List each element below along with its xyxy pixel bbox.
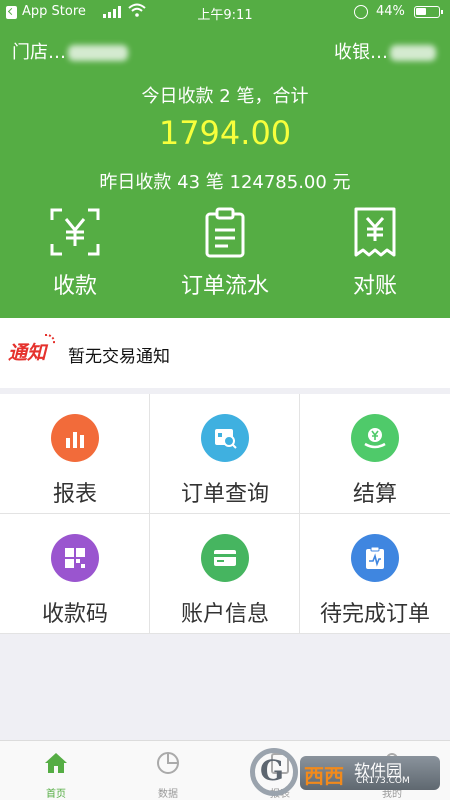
menu-settlement[interactable]: 结算 bbox=[300, 394, 450, 514]
redacted-cashier-name bbox=[390, 45, 436, 61]
order-flow-label: 订单流水 bbox=[180, 274, 269, 299]
watermark-domain: CR173.COM bbox=[356, 776, 410, 786]
menu-payment-code-label: 收款码 bbox=[41, 602, 108, 627]
today-amount: 1794.00 bbox=[158, 114, 292, 152]
menu-account-info[interactable]: 账户信息 bbox=[150, 514, 300, 634]
tab-home-label: 首页 bbox=[46, 789, 66, 800]
today-summary: 今日收款 2 笔，合计 bbox=[141, 86, 309, 107]
pie-chart-icon bbox=[157, 752, 179, 774]
qr-grid-icon bbox=[51, 534, 99, 582]
receipt-yuan-icon bbox=[354, 207, 396, 257]
reconcile-button[interactable]: 对账 bbox=[300, 206, 450, 306]
notice-text: 暂无交易通知 bbox=[68, 347, 170, 367]
tab-data[interactable]: 数据 bbox=[112, 741, 224, 800]
order-search-icon bbox=[201, 414, 249, 462]
menu-pending-orders-label: 待完成订单 bbox=[319, 602, 430, 627]
menu-account-info-label: 账户信息 bbox=[180, 602, 269, 627]
menu-pending-orders[interactable]: 待完成订单 bbox=[300, 514, 450, 634]
menu-order-search-label: 订单查询 bbox=[180, 482, 269, 507]
scan-yuan-icon bbox=[50, 208, 100, 256]
menu-payment-code[interactable]: 收款码 bbox=[0, 514, 150, 634]
menu-report[interactable]: 报表 bbox=[0, 394, 150, 514]
card-icon bbox=[201, 534, 249, 582]
function-grid: 报表 订单查询 结算 收款码 账户信息 待完成订单 bbox=[0, 394, 450, 634]
store-name: 门店… bbox=[12, 38, 128, 64]
site-watermark: G 西西 软件园 CR173.COM bbox=[250, 748, 446, 796]
rotation-lock-icon bbox=[354, 5, 368, 19]
redacted-store-name bbox=[68, 45, 128, 61]
menu-settlement-label: 结算 bbox=[352, 482, 397, 507]
order-flow-button[interactable]: 订单流水 bbox=[150, 206, 300, 306]
settlement-icon bbox=[351, 414, 399, 462]
pending-order-icon bbox=[351, 534, 399, 582]
collect-payment-label: 收款 bbox=[52, 274, 97, 299]
notice-tag: 通知 bbox=[8, 334, 56, 365]
watermark-name: 西西 bbox=[304, 764, 344, 788]
reconcile-label: 对账 bbox=[352, 274, 397, 299]
notice-bar[interactable]: 通知 暂无交易通知 bbox=[0, 318, 450, 388]
summary-header: App Store 上午9:11 44% 门店… 收银… 今日收款 2 笔，合计… bbox=[0, 0, 450, 318]
tab-data-label: 数据 bbox=[158, 789, 178, 800]
battery-icon bbox=[414, 6, 443, 18]
menu-order-search[interactable]: 订单查询 bbox=[150, 394, 300, 514]
battery-percent: 44% bbox=[376, 4, 405, 19]
tab-home[interactable]: 首页 bbox=[0, 741, 112, 800]
yesterday-summary: 昨日收款 43 笔 124785.00 元 bbox=[99, 172, 351, 193]
status-bar: App Store 上午9:11 44% bbox=[0, 0, 450, 26]
cashier-name: 收银… bbox=[334, 38, 436, 64]
collect-payment-button[interactable]: 收款 bbox=[0, 206, 150, 306]
home-icon bbox=[45, 753, 67, 773]
watermark-logo-letter: G bbox=[260, 754, 284, 787]
menu-report-label: 报表 bbox=[52, 482, 97, 507]
clipboard-icon bbox=[205, 207, 245, 258]
bar-chart-icon bbox=[51, 414, 99, 462]
